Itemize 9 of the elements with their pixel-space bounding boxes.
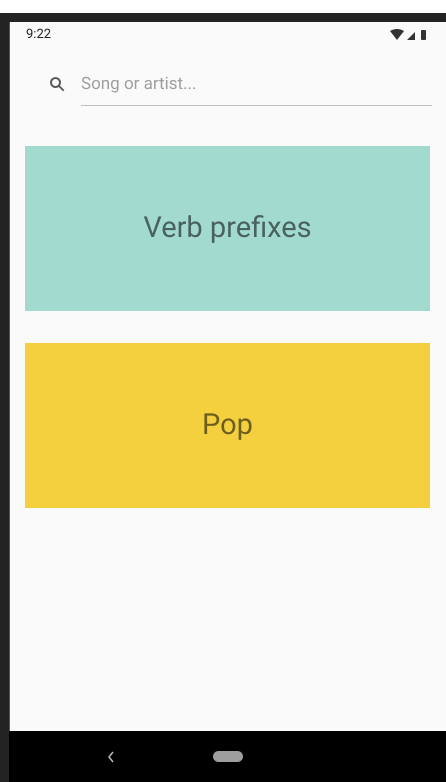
category-card[interactable]: Verb prefixes [25,146,430,311]
status-time: 9:22 [26,26,52,44]
card-title: Verb prefixes [143,210,312,247]
category-card[interactable]: Pop [25,343,430,508]
card-title: Pop [202,406,253,444]
home-button[interactable] [213,751,243,762]
search-field[interactable]: Song or artist... [81,62,432,106]
search-icon [48,75,66,93]
back-icon[interactable] [107,750,115,762]
